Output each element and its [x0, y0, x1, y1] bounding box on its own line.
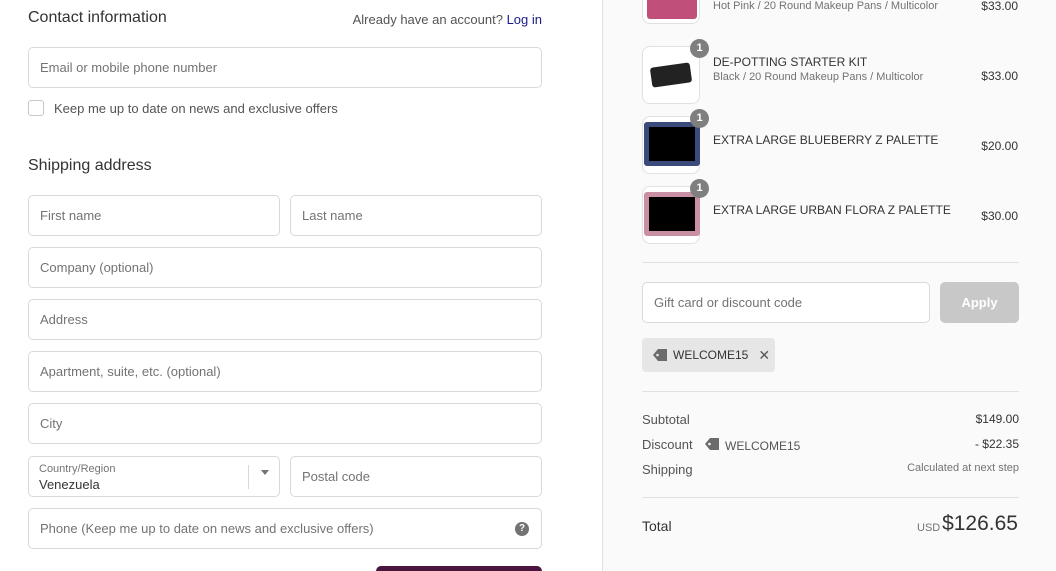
email-field-wrapper [28, 47, 542, 88]
continue-to-shipping-button[interactable] [376, 566, 542, 571]
product-thumbnail: 1 [642, 39, 709, 104]
shipping-label: Shipping [642, 462, 693, 477]
address-field[interactable] [29, 300, 541, 339]
subtotal-label: Subtotal [642, 412, 690, 427]
phone-field[interactable] [29, 509, 541, 548]
product-name: EXTRA LARGE URBAN FLORA Z PALETTE [713, 203, 951, 217]
country-select-value: Venezuela [39, 477, 100, 492]
price-tag-icon [652, 348, 668, 362]
product-name: DE-POTTING STARTER KIT [713, 55, 868, 69]
first-name-field[interactable] [29, 196, 279, 235]
quantity-badge: 1 [690, 39, 709, 58]
contact-information-heading: Contact information [28, 9, 167, 26]
product-variant: Black / 20 Round Makeup Pans / Multicolo… [713, 71, 924, 83]
remove-discount-icon[interactable]: ✕ [758, 347, 770, 364]
applied-discount-code: WELCOME15 [673, 348, 749, 362]
company-field[interactable] [29, 248, 541, 287]
newsletter-checkbox[interactable] [28, 100, 44, 116]
product-thumbnail [642, 0, 700, 24]
product-image [647, 0, 697, 19]
apartment-wrapper [28, 351, 542, 392]
discount-code-field[interactable] [643, 283, 929, 322]
applied-discount-tag: WELCOME15 ✕ [642, 338, 775, 372]
product-price: $33.00 [981, 69, 1018, 83]
product-price: $33.00 [981, 0, 1018, 13]
country-select-label: Country/Region [39, 463, 116, 475]
total-currency: USD [917, 522, 941, 534]
checkout-form-panel: Contact information Already have an acco… [0, 0, 602, 571]
last-name-wrapper [290, 195, 542, 236]
section-divider [642, 497, 1019, 498]
quantity-badge: 1 [690, 179, 709, 198]
order-summary-panel: Hot Pink / 20 Round Makeup Pans / Multic… [602, 0, 1056, 571]
product-variant: Hot Pink / 20 Round Makeup Pans / Multic… [713, 0, 939, 12]
shipping-row: Shipping Calculated at next step [642, 462, 1019, 480]
log-in-link[interactable]: Log in [507, 12, 542, 27]
discount-label: Discount [642, 437, 693, 452]
product-image [647, 55, 697, 95]
chevron-down-icon [261, 470, 269, 475]
account-prompt-text: Already have an account? [352, 12, 503, 27]
price-tag-icon [704, 437, 720, 454]
country-select[interactable]: Country/Region Venezuela [28, 456, 280, 497]
select-divider [248, 465, 249, 489]
product-thumbnail: 1 [642, 179, 709, 244]
section-divider [642, 391, 1019, 392]
subtotal-value: $149.00 [975, 412, 1019, 426]
email-field[interactable] [29, 48, 541, 87]
postal-code-field[interactable] [291, 457, 541, 496]
postal-code-wrapper [290, 456, 542, 497]
newsletter-checkbox-row: Keep me up to date on news and exclusive… [28, 100, 338, 116]
total-amount: $126.65 [942, 512, 1018, 535]
newsletter-label: Keep me up to date on news and exclusive… [54, 100, 338, 116]
product-image [644, 122, 700, 166]
city-field[interactable] [29, 404, 541, 443]
apply-discount-button[interactable]: Apply [940, 282, 1019, 323]
city-wrapper [28, 403, 542, 444]
discount-row: Discount WELCOME15 - $22.35 [642, 437, 1019, 455]
product-name: EXTRA LARGE BLUEBERRY Z PALETTE [713, 133, 939, 147]
discount-value: - $22.35 [974, 437, 1019, 451]
product-price: $30.00 [981, 209, 1018, 223]
product-thumbnail: 1 [642, 109, 709, 174]
subtotal-row: Subtotal $149.00 [642, 412, 1019, 430]
help-icon[interactable]: ? [515, 522, 529, 536]
shipping-address-heading: Shipping address [28, 157, 152, 174]
section-divider [642, 262, 1019, 263]
product-line-item: Hot Pink / 20 Round Makeup Pans / Multic… [642, 0, 1018, 26]
account-prompt: Already have an account? Log in [353, 12, 542, 27]
discount-code-display: WELCOME15 [704, 437, 800, 454]
company-wrapper [28, 247, 542, 288]
product-line-item: 1 DE-POTTING STARTER KIT Black / 20 Roun… [642, 39, 1018, 106]
last-name-field[interactable] [291, 196, 541, 235]
shipping-value: Calculated at next step [907, 462, 1019, 474]
address-wrapper [28, 299, 542, 340]
product-line-item: 1 EXTRA LARGE URBAN FLORA Z PALETTE $30.… [642, 179, 1018, 246]
discount-code-text: WELCOME15 [725, 438, 801, 453]
quantity-badge: 1 [690, 109, 709, 128]
product-image [644, 192, 700, 236]
apartment-field[interactable] [29, 352, 541, 391]
total-label: Total [642, 518, 672, 534]
product-line-item: 1 EXTRA LARGE BLUEBERRY Z PALETTE $20.00 [642, 109, 1018, 176]
discount-code-wrapper [642, 282, 930, 323]
phone-wrapper: ? [28, 508, 542, 549]
first-name-wrapper [28, 195, 280, 236]
product-price: $20.00 [981, 139, 1018, 153]
